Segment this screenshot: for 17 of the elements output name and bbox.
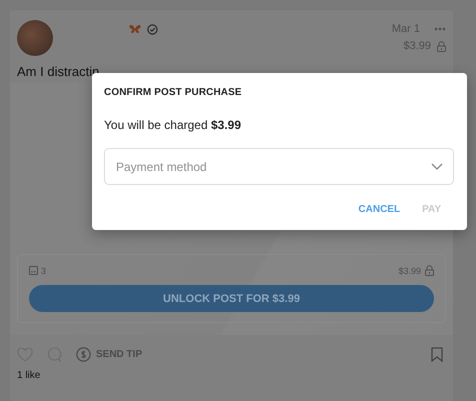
- image-icon: [29, 266, 38, 275]
- post-text: Am I distractin: [16, 63, 100, 79]
- more-icon[interactable]: [434, 27, 446, 31]
- dialog-title: CONFIRM POST PURCHASE: [104, 87, 243, 98]
- bookmark-icon[interactable]: [431, 347, 443, 362]
- butterfly-icon: [129, 24, 141, 35]
- unlock-button[interactable]: UNLOCK POST FOR $3.99: [29, 285, 434, 312]
- verified-icon: [147, 24, 158, 35]
- charge-message: You will be charged $3.99: [104, 118, 242, 132]
- dialog-button[interactable]: CANCEL: [358, 204, 400, 215]
- avatar[interactable]: [17, 20, 53, 56]
- dollar-icon: [76, 347, 91, 362]
- lock-icon: [437, 40, 446, 52]
- likes-count: 1 like: [16, 369, 42, 381]
- lock-icon: [425, 265, 434, 276]
- payment-method-select[interactable]: Payment method: [104, 148, 454, 185]
- chevron-icon: [431, 163, 443, 170]
